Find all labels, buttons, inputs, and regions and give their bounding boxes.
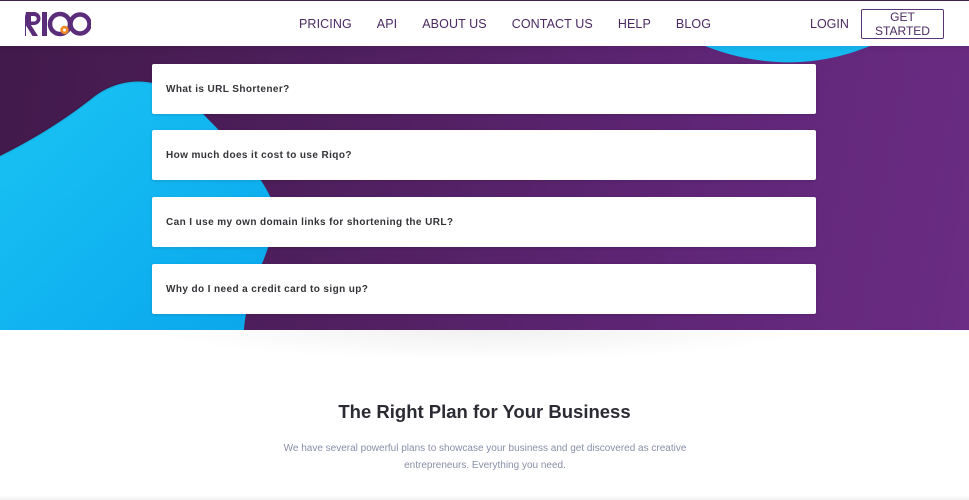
plans-section: The Right Plan for Your Business We have…: [0, 330, 969, 500]
faq-section: What is URL Shortener? How much does it …: [0, 46, 969, 330]
top-navbar: PRICING API ABOUT US CONTACT US HELP BLO…: [0, 0, 969, 46]
section-shadow: [150, 330, 814, 360]
faq-item[interactable]: Why do I need a credit card to sign up?: [152, 264, 816, 314]
get-started-button[interactable]: GET STARTED: [861, 9, 944, 39]
nav-about-us[interactable]: ABOUT US: [422, 17, 486, 31]
nav-contact-us[interactable]: CONTACT US: [512, 17, 593, 31]
nav-help[interactable]: HELP: [618, 17, 651, 31]
riqo-logo[interactable]: [25, 8, 91, 40]
faq-question: Can I use my own domain links for shorte…: [166, 216, 454, 228]
nav-api[interactable]: API: [377, 17, 397, 31]
plans-title: The Right Plan for Your Business: [338, 401, 631, 422]
nav-pricing[interactable]: PRICING: [299, 17, 352, 31]
main-nav: PRICING API ABOUT US CONTACT US HELP BLO…: [299, 1, 711, 47]
plans-description: We have several powerful plans to showca…: [283, 443, 687, 471]
faq-question: Why do I need a credit card to sign up?: [166, 283, 369, 295]
section-divider: [0, 495, 969, 500]
riqo-logo-mark: [25, 11, 91, 37]
faq-question: What is URL Shortener?: [166, 83, 290, 95]
login-link[interactable]: LOGIN: [810, 1, 849, 47]
faq-item[interactable]: What is URL Shortener?: [152, 64, 816, 114]
faq-item[interactable]: How much does it cost to use Riqo?: [152, 130, 816, 180]
faq-item[interactable]: Can I use my own domain links for shorte…: [152, 197, 816, 247]
nav-blog[interactable]: BLOG: [676, 17, 711, 31]
faq-question: How much does it cost to use Riqo?: [166, 149, 352, 161]
